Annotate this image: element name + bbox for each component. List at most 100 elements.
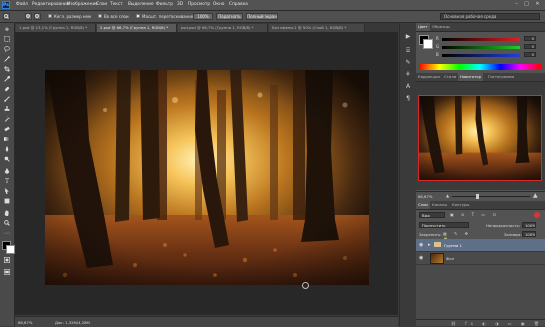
brush-presets-icon[interactable]: ✎	[404, 59, 412, 67]
tab-channels[interactable]: Каналы	[430, 201, 449, 209]
tab-navigator[interactable]: Навигатор	[458, 73, 484, 81]
dodge-tool-icon[interactable]	[3, 156, 11, 164]
menu-select[interactable]: Выделение	[128, 2, 154, 7]
slider-g-track[interactable]	[442, 46, 520, 49]
menu-window[interactable]: Окно	[213, 2, 224, 7]
layer-row-group-1[interactable]: ◉ ▸ Группа 1	[416, 239, 545, 252]
zoom-tool-icon[interactable]	[3, 220, 11, 228]
tab-document-1[interactable]: 1.psd @ 13,1% (Группа 1, RGB/8) *	[16, 24, 96, 32]
slider-r[interactable]: R 0	[436, 36, 541, 42]
crop-tool-icon[interactable]	[3, 66, 11, 74]
zoom-out-mountain-icon[interactable]: ▲	[446, 194, 450, 198]
zoom-in-mountain-icon[interactable]: ▲	[533, 193, 539, 199]
layer-name[interactable]: Фон	[446, 256, 454, 261]
minimize-button[interactable]: –	[512, 1, 521, 8]
tab-color[interactable]: Цвет	[416, 23, 430, 31]
slider-b[interactable]: B 0	[436, 52, 541, 58]
slider-r-track[interactable]	[442, 38, 520, 41]
tab-histogram[interactable]: Гистограмма	[486, 73, 516, 81]
layer-row-background[interactable]: ◉ Фон	[416, 252, 545, 265]
slider-g[interactable]: G 0	[436, 44, 541, 50]
screen-mode-icon[interactable]	[3, 269, 11, 277]
tab-document-3[interactable]: psd.psd @ 66,7% (Группа 1, RGB/8) *	[178, 24, 268, 32]
paragraph-icon[interactable]: ¶	[404, 95, 412, 103]
clone-source-icon[interactable]: ⚘	[404, 71, 412, 79]
filter-toggle-icon[interactable]	[534, 212, 540, 218]
navigator-zoom-slider[interactable]	[452, 196, 530, 197]
fill-input[interactable]: 100%	[522, 231, 536, 237]
menu-layers[interactable]: Слои	[96, 2, 107, 7]
zoom-out-icon[interactable]	[34, 13, 41, 20]
zoom-tool-icon[interactable]	[3, 13, 10, 20]
layer-kind-filter[interactable]: Вид	[419, 212, 445, 218]
move-tool-icon[interactable]: ✥	[3, 26, 11, 34]
more-tools-icon[interactable]: ⋯	[3, 230, 11, 238]
navigator-zoom-value[interactable]: 66,67%	[418, 194, 432, 199]
tab-swatches[interactable]: Образцы	[430, 23, 452, 31]
eyedropper-tool-icon[interactable]	[3, 75, 11, 84]
document-image[interactable]	[45, 70, 369, 285]
shape-tool-icon[interactable]	[3, 198, 11, 206]
blur-tool-icon[interactable]	[3, 146, 11, 154]
menu-edit[interactable]: Редактирование	[32, 2, 70, 7]
pen-tool-icon[interactable]	[3, 168, 11, 176]
navigator-thumbnail[interactable]	[418, 95, 542, 181]
all-windows-checkbox[interactable]	[98, 14, 102, 18]
scrubby-zoom-checkbox[interactable]	[136, 14, 140, 18]
maximize-button[interactable]: □	[522, 1, 531, 8]
slider-b-track[interactable]	[442, 54, 520, 57]
color-spectrum-bar[interactable]	[419, 64, 541, 70]
healing-brush-tool-icon[interactable]	[3, 86, 11, 94]
menu-view[interactable]: Просмотр	[188, 2, 210, 7]
close-button[interactable]: ✕	[533, 1, 542, 8]
menu-help[interactable]: Справка	[229, 2, 248, 7]
tab-styles[interactable]: Стили	[442, 73, 458, 81]
disclosure-triangle-icon[interactable]: ▸	[428, 242, 431, 248]
blend-mode-select[interactable]: Пропустить	[419, 222, 469, 228]
background-color-swatch[interactable]	[6, 245, 15, 254]
menu-file[interactable]: Файл	[16, 2, 28, 7]
lasso-tool-icon[interactable]	[3, 46, 11, 54]
menu-3d[interactable]: 3D	[177, 2, 183, 7]
character-icon[interactable]: A	[404, 83, 412, 91]
tab-document-2[interactable]: 2.psd @ 66,7% (Группа 1, RGB/8) *	[97, 24, 177, 32]
tab-document-4[interactable]: Без имени-1 @ 50% (Слой 1, RGB/8) *	[269, 24, 365, 32]
navigator-zoom-handle[interactable]	[476, 194, 479, 199]
menu-type[interactable]: Текст	[110, 2, 123, 7]
slider-b-value[interactable]: 0	[524, 52, 536, 57]
history-icon[interactable]: ⌸	[404, 47, 412, 55]
quick-mask-icon[interactable]	[3, 257, 11, 265]
menu-filter[interactable]: Фильтр	[156, 2, 173, 7]
workspace-select[interactable]: Основная рабочая среда	[440, 13, 540, 20]
gradient-tool-icon[interactable]	[3, 136, 11, 144]
slider-r-value[interactable]: 0	[524, 36, 536, 41]
path-select-tool-icon[interactable]	[3, 188, 11, 196]
fit-screen-button[interactable]: Подогнать	[216, 13, 243, 20]
resize-windows-checkbox[interactable]	[48, 14, 52, 18]
layer-name[interactable]: Группа 1	[444, 243, 462, 248]
tab-adjustments[interactable]: Коррекция	[416, 73, 442, 81]
quick-select-tool-icon[interactable]	[3, 56, 11, 64]
eye-icon[interactable]: ◉	[419, 242, 425, 248]
eye-icon[interactable]: ◉	[419, 255, 425, 261]
zoom-in-icon[interactable]	[25, 13, 32, 20]
type-tool-icon[interactable]: T	[3, 178, 11, 186]
history-brush-tool-icon[interactable]	[3, 114, 11, 124]
bg-color-chip[interactable]	[423, 39, 433, 49]
eraser-tool-icon[interactable]	[3, 126, 11, 134]
menu-image[interactable]: Изображение	[67, 2, 98, 7]
lock-icons[interactable]: ▦ ✎ ✥ 🔒	[443, 231, 477, 241]
tab-layers[interactable]: Слои	[416, 201, 430, 209]
brush-tool-icon[interactable]	[3, 96, 11, 104]
clone-stamp-tool-icon[interactable]	[3, 106, 11, 114]
fill-screen-button[interactable]: Полный экран	[246, 13, 278, 20]
opacity-input[interactable]: 100%	[522, 222, 536, 228]
zoom-100-button[interactable]: 100%	[193, 13, 213, 20]
marquee-tool-icon[interactable]	[3, 36, 11, 44]
play-action-icon[interactable]: ▶	[404, 33, 412, 41]
slider-g-value[interactable]: 0	[524, 44, 536, 49]
hand-tool-icon[interactable]	[3, 210, 11, 218]
status-zoom[interactable]: 66,67%	[18, 320, 32, 325]
tab-paths[interactable]: Контуры	[450, 201, 471, 209]
layers-footer-icons[interactable]: ⛓ fx ◐ ◑ ▭ ▣ 🗑	[416, 319, 545, 326]
